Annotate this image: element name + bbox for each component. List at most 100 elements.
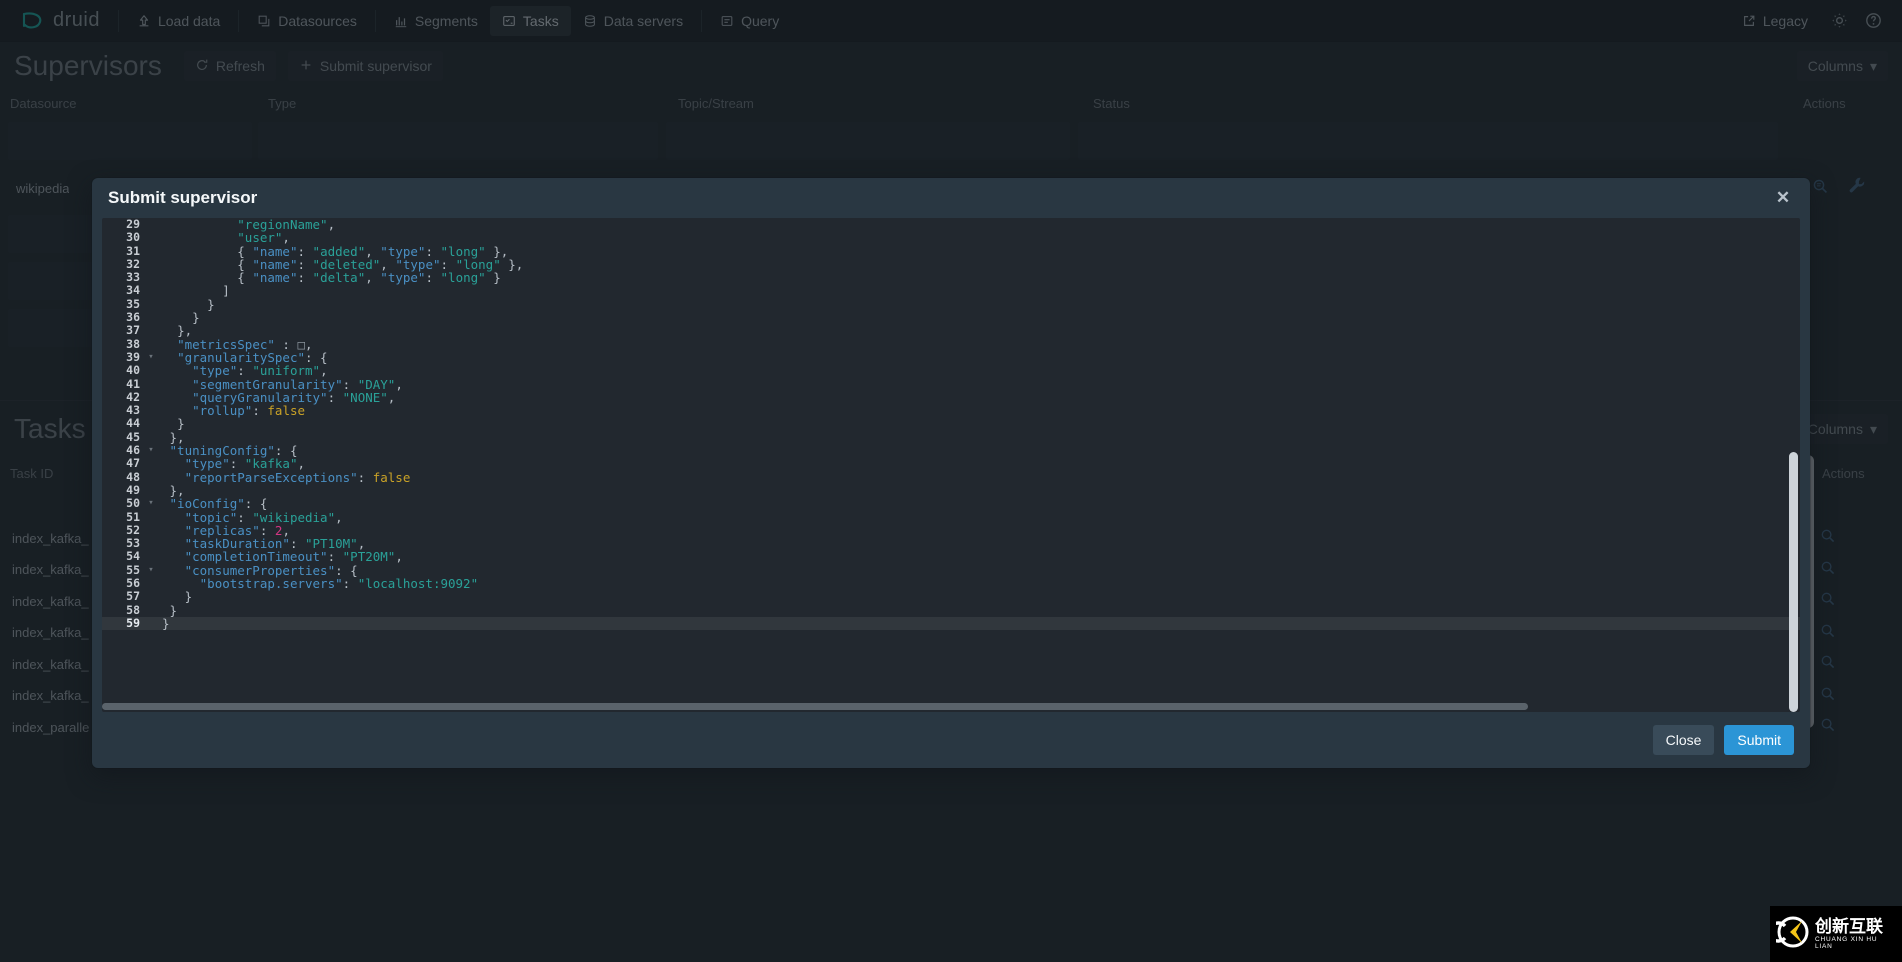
line-number: 51 (126, 509, 140, 524)
fold-toggle-icon[interactable]: ▾ (146, 564, 156, 577)
line-number: 35 (126, 296, 140, 311)
code-line[interactable]: 31 { "name": "added", "type": "long" }, (102, 243, 1800, 258)
line-number: 45 (126, 429, 140, 444)
line-number: 44 (126, 416, 140, 431)
token-key: "type" (380, 270, 426, 286)
token-key: "name" (252, 270, 298, 286)
watermark-cn: 创新互联 (1815, 917, 1883, 937)
code-line[interactable]: 47 "type": "kafka", (102, 456, 1800, 471)
code-text: "segmentGranularity": "DAY", (156, 376, 1800, 392)
fold-toggle-icon[interactable]: ▾ (146, 497, 156, 510)
token-pun: , (395, 376, 403, 392)
line-number: 43 (126, 403, 140, 418)
code-line[interactable]: 42 "queryGranularity": "NONE", (102, 390, 1800, 404)
close-button[interactable]: Close (1652, 725, 1715, 755)
code-line[interactable]: 32 { "name": "deleted", "type": "long" }… (102, 256, 1800, 271)
code-line[interactable]: 54 "completionTimeout": "PT20M", (102, 550, 1800, 564)
code-line[interactable]: 33 { "name": "delta", "type": "long" } (102, 270, 1800, 284)
token-pun: , (335, 509, 343, 525)
line-number: 58 (126, 602, 140, 617)
code-line[interactable]: 55 ▾ "consumerProperties": { (102, 563, 1800, 577)
fold-toggle-icon[interactable]: ▾ (146, 444, 156, 457)
code-line[interactable]: 51 "topic": "wikipedia", (102, 509, 1800, 525)
line-number: 38 (126, 336, 140, 351)
token-pun: ] (222, 283, 230, 299)
code-line[interactable]: 57 } (102, 590, 1800, 604)
code-text: { "name": "deleted", "type": "long" }, (156, 258, 1800, 271)
code-line[interactable]: 35 } (102, 296, 1800, 311)
line-number: 34 (126, 283, 140, 298)
token-pun: } (192, 310, 200, 326)
fold-toggle-icon[interactable]: ▾ (146, 351, 156, 364)
code-line[interactable]: 30 "user", (102, 230, 1800, 245)
token-pun: : (297, 270, 313, 286)
code-line[interactable]: 36 } (102, 310, 1800, 326)
code-line[interactable]: 58 } (102, 602, 1800, 618)
json-editor-container[interactable]: 29 "regionName", 30 "user", 31 { "name": "… (102, 218, 1800, 712)
code-text: }, (156, 484, 1800, 497)
code-text: "taskDuration": "PT10M", (156, 537, 1800, 550)
code-line[interactable]: 38 "metricsSpec" : □, (102, 336, 1800, 351)
code-text: "queryGranularity": "NONE", (156, 391, 1800, 404)
token-pun: : (425, 270, 441, 286)
code-line[interactable]: 40 "type": "uniform", (102, 363, 1800, 378)
editor-vertical-scrollbar[interactable] (1789, 452, 1798, 712)
token-bool: false (267, 403, 306, 419)
token-pun: : (342, 576, 358, 592)
code-line[interactable]: 37 }, (102, 324, 1800, 338)
line-number: 47 (126, 456, 140, 471)
code-text: "reportParseExceptions": false (156, 470, 1800, 484)
token-str: "localhost:9092" (357, 576, 479, 592)
code-line[interactable]: 46 ▾ "tuningConfig": { (102, 443, 1800, 458)
code-text: } (156, 590, 1800, 603)
code-text: } (156, 602, 1800, 618)
code-line[interactable]: 52 "replicas": 2, (102, 522, 1800, 537)
code-line[interactable]: 41 "segmentGranularity": "DAY", (102, 376, 1800, 392)
code-line[interactable]: 43 "rollup": false (102, 403, 1800, 418)
code-line[interactable]: 44 } (102, 416, 1800, 431)
code-text: "user", (156, 231, 1800, 244)
code-text: "metricsSpec" : □, (156, 338, 1800, 351)
submit-button[interactable]: Submit (1724, 725, 1794, 755)
line-number: 40 (126, 363, 140, 378)
editor-horizontal-scrollbar[interactable] (102, 703, 1528, 710)
code-line[interactable]: 53 "taskDuration": "PT10M", (102, 536, 1800, 550)
code-line[interactable]: 48 "reportParseExceptions": false (102, 469, 1800, 484)
json-editor[interactable]: 29 "regionName", 30 "user", 31 { "name": "… (102, 218, 1800, 712)
submit-supervisor-dialog: Submit supervisor ✕ 29 "regionName", 30 "… (92, 178, 1810, 768)
code-text: { "name": "delta", "type": "long" } (156, 271, 1800, 284)
line-number: 59 (126, 615, 140, 630)
line-number: 46 (126, 443, 140, 458)
code-line[interactable]: 45 }, (102, 429, 1800, 444)
token-pun: , (395, 549, 403, 565)
dialog-footer: Close Submit (92, 712, 1810, 768)
line-number: 30 (126, 230, 140, 245)
watermark-text: 创新互联 CHUANG XIN HU LIAN (1815, 918, 1896, 950)
token-pun: } (184, 589, 193, 605)
line-number: 52 (126, 522, 140, 537)
close-icon[interactable]: ✕ (1770, 185, 1796, 211)
token-pun: { (237, 270, 253, 286)
code-line[interactable]: 34 ] (102, 283, 1800, 299)
code-line[interactable]: 50 ▾ "ioConfig": { (102, 496, 1800, 510)
code-line[interactable]: 49 }, (102, 483, 1800, 497)
token-str: "long" (440, 270, 486, 286)
line-number: 32 (126, 256, 140, 271)
line-number: 31 (126, 243, 140, 258)
code-text: "completionTimeout": "PT20M", (156, 550, 1800, 563)
code-line[interactable]: 39 ▾ "granularitySpec": { (102, 350, 1800, 364)
dialog-title: Submit supervisor (108, 188, 258, 207)
code-text: "rollup": false (156, 404, 1800, 417)
line-number: 48 (126, 469, 140, 484)
code-text: "bootstrap.servers": "localhost:9092" (156, 577, 1800, 590)
code-text: } (156, 617, 1800, 630)
token-pun: }, (500, 256, 524, 272)
token-pun: : (327, 389, 343, 405)
token-key: "bootstrap.servers" (199, 576, 343, 592)
token-pun: } (169, 602, 178, 618)
code-line[interactable]: 56 "bootstrap.servers": "localhost:9092" (102, 576, 1800, 590)
code-text: { "name": "added", "type": "long" }, (156, 244, 1800, 258)
code-line[interactable]: 59} (102, 615, 1800, 631)
code-line[interactable]: 29 "regionName", (102, 218, 1800, 231)
token-str: "delta" (312, 270, 366, 286)
